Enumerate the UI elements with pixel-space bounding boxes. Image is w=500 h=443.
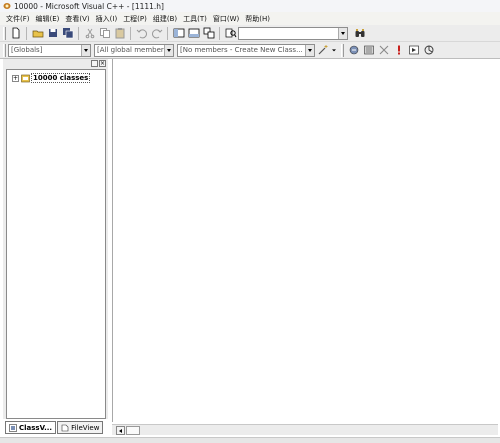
- tree-root-label[interactable]: 10000 classes: [31, 73, 91, 83]
- copy-button[interactable]: [97, 26, 112, 40]
- save-button[interactable]: [45, 26, 60, 40]
- go-button[interactable]: [406, 43, 421, 57]
- save-all-icon: [62, 28, 73, 39]
- fileview-icon: [61, 424, 69, 431]
- find-in-files-icon: [225, 28, 236, 38]
- app-icon: [3, 3, 11, 9]
- output-window-icon: [188, 28, 199, 38]
- paste-button[interactable]: [112, 26, 127, 40]
- tab-classview-label: ClassV...: [19, 423, 53, 432]
- undo-arrow-icon: [136, 29, 147, 39]
- output-button[interactable]: [186, 26, 201, 40]
- tab-classview[interactable]: ClassV...: [5, 421, 57, 434]
- toolbar-separator: [26, 26, 27, 40]
- scope-value: [Globals]: [11, 46, 43, 54]
- status-bar: [0, 437, 500, 443]
- go-debug-icon: [408, 45, 419, 55]
- workspace-pane: × + 10000 classes: [3, 59, 108, 419]
- magic-wand-icon: [318, 45, 327, 55]
- undo-button[interactable]: [134, 26, 149, 40]
- workspace-button[interactable]: [171, 26, 186, 40]
- menu-tools[interactable]: 工具(T): [180, 14, 210, 24]
- stop-build-icon: [379, 45, 388, 55]
- toolbar-grip[interactable]: [3, 43, 6, 57]
- new-file-button[interactable]: [8, 26, 23, 40]
- menu-view[interactable]: 查看(V): [62, 14, 92, 24]
- execute-exclamation-icon: [397, 45, 400, 55]
- scroll-thumb[interactable]: [126, 426, 140, 435]
- members-value: [No members - Create New Class...: [180, 46, 303, 54]
- window-title: 10000 - Microsoft Visual C++ - [1111.h]: [14, 1, 164, 11]
- stop-build-button[interactable]: [376, 43, 391, 57]
- scope-combo[interactable]: [Globals]: [8, 43, 91, 57]
- horizontal-scrollbar[interactable]: [112, 424, 498, 435]
- cut-button[interactable]: [82, 26, 97, 40]
- new-file-icon: [12, 27, 19, 39]
- menu-help[interactable]: 帮助(H): [242, 14, 273, 24]
- workspace-pane-header: ×: [3, 59, 108, 69]
- pane-restore-icon[interactable]: [91, 60, 98, 67]
- paste-clipboard-icon: [115, 28, 124, 39]
- members-combo[interactable]: [No members - Create New Class...: [177, 43, 315, 57]
- window-list-button[interactable]: [201, 26, 216, 40]
- standard-toolbar: [0, 25, 500, 42]
- find-button[interactable]: [352, 26, 367, 40]
- filter-combo[interactable]: [All global members: [94, 43, 174, 57]
- redo-button[interactable]: [149, 26, 164, 40]
- compile-icon: [349, 45, 358, 55]
- menu-insert[interactable]: 插入(I): [93, 14, 121, 24]
- menu-build[interactable]: 组建(B): [150, 14, 180, 24]
- filter-dropdown-arrow-icon[interactable]: [164, 44, 173, 56]
- window-list-icon: [203, 27, 214, 39]
- breakpoint-button[interactable]: [421, 43, 436, 57]
- build-button[interactable]: [361, 43, 376, 57]
- breakpoint-hand-icon: [424, 45, 433, 55]
- wizard-toolbar: [Globals] [All global members [No member…: [0, 42, 500, 59]
- menu-bar: 文件(F) 编辑(E) 查看(V) 插入(I) 工程(P) 组建(B) 工具(T…: [0, 12, 500, 25]
- wizard-menu-arrow[interactable]: [330, 43, 338, 57]
- dropdown-arrow-icon: [332, 49, 336, 52]
- members-dropdown-arrow-icon[interactable]: [305, 44, 314, 56]
- wizard-action-button[interactable]: [315, 43, 330, 57]
- scope-dropdown-arrow-icon[interactable]: [81, 44, 90, 56]
- tab-fileview[interactable]: FileView: [57, 421, 104, 434]
- menu-project[interactable]: 工程(P): [120, 14, 150, 24]
- save-all-button[interactable]: [60, 26, 75, 40]
- title-bar: 10000 - Microsoft Visual C++ - [1111.h]: [0, 0, 500, 12]
- find-in-files-button[interactable]: [223, 26, 238, 40]
- scissors-icon: [85, 28, 94, 39]
- class-tree: + 10000 classes: [6, 69, 106, 419]
- toolbar-grip[interactable]: [3, 26, 6, 40]
- filter-value: [All global members: [97, 46, 164, 54]
- toolbar-separator: [167, 26, 168, 40]
- toolbar-separator: [78, 26, 79, 40]
- workspace-tabs: ClassV... FileView: [5, 421, 104, 434]
- find-combo[interactable]: [238, 26, 348, 40]
- editor-area[interactable]: [112, 59, 498, 422]
- copy-icon: [99, 28, 110, 38]
- toolbar-grip[interactable]: [341, 43, 344, 57]
- expand-plus-icon[interactable]: +: [12, 74, 19, 82]
- open-button[interactable]: [30, 26, 45, 40]
- redo-arrow-icon: [151, 29, 162, 39]
- menu-window[interactable]: 窗口(W): [210, 14, 242, 24]
- save-disk-icon: [48, 29, 57, 37]
- classes-folder-icon: [21, 74, 30, 82]
- menu-file[interactable]: 文件(F): [3, 14, 33, 24]
- tab-fileview-label: FileView: [71, 423, 100, 432]
- execute-button[interactable]: [391, 43, 406, 57]
- build-icon: [363, 45, 374, 55]
- menu-edit[interactable]: 编辑(E): [33, 14, 63, 24]
- scroll-left-arrow-icon[interactable]: [116, 426, 125, 435]
- toolbar-separator: [130, 26, 131, 40]
- tree-root-node[interactable]: + 10000 classes: [12, 73, 91, 83]
- compile-button[interactable]: [346, 43, 361, 57]
- classview-icon: [9, 423, 17, 432]
- pane-close-icon[interactable]: ×: [99, 60, 106, 67]
- find-dropdown-arrow-icon[interactable]: [338, 27, 347, 39]
- workspace-window-icon: [173, 28, 184, 38]
- toolbar-separator: [219, 26, 220, 40]
- binoculars-icon: [355, 29, 364, 37]
- open-folder-icon: [32, 30, 43, 38]
